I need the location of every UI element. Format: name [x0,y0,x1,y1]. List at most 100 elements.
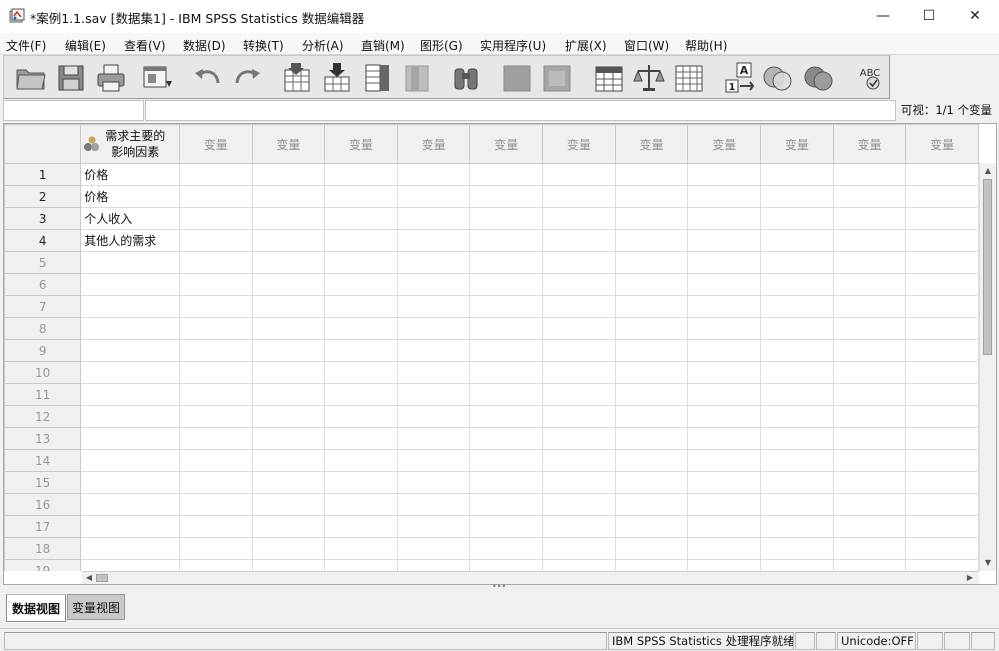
empty-data-cell[interactable] [905,493,979,516]
empty-data-cell[interactable] [469,317,544,340]
row-number[interactable]: 14 [4,449,82,472]
empty-data-cell[interactable] [251,405,326,428]
empty-data-cell[interactable] [251,295,326,318]
empty-data-cell[interactable] [832,405,907,428]
empty-data-cell[interactable] [687,185,762,208]
empty-data-cell[interactable] [178,559,253,571]
data-cell[interactable] [80,317,180,340]
empty-data-cell[interactable] [178,471,253,494]
empty-data-cell[interactable] [178,361,253,384]
empty-data-cell[interactable] [614,427,689,450]
empty-data-cell[interactable] [542,537,616,560]
empty-data-cell[interactable] [396,559,471,571]
empty-data-cell[interactable] [687,295,762,318]
empty-data-cell[interactable] [251,251,326,274]
empty-data-cell[interactable] [905,515,979,538]
spell-check-icon[interactable]: ABC [853,61,887,95]
empty-data-cell[interactable] [251,559,326,571]
empty-data-cell[interactable] [614,251,689,274]
empty-data-cell[interactable] [905,295,979,318]
empty-data-cell[interactable] [469,559,544,571]
empty-data-cell[interactable] [760,229,834,252]
empty-data-cell[interactable] [832,251,907,274]
empty-data-cell[interactable] [542,185,616,208]
spss-app-icon[interactable] [9,8,25,24]
empty-data-cell[interactable] [324,493,398,516]
variable-header[interactable]: 需求主要的 影响因素 [80,124,180,164]
empty-data-cell[interactable] [905,449,979,472]
menu-extensions[interactable]: 扩展(X) [565,37,607,54]
empty-data-cell[interactable] [251,273,326,296]
empty-data-cell[interactable] [905,163,979,186]
empty-variable-header[interactable]: 变量 [905,124,979,164]
data-cell[interactable] [80,449,180,472]
empty-data-cell[interactable] [324,361,398,384]
row-number[interactable]: 11 [4,383,82,406]
empty-data-cell[interactable] [396,163,471,186]
empty-data-cell[interactable] [614,405,689,428]
empty-data-cell[interactable] [324,229,398,252]
empty-data-cell[interactable] [760,427,834,450]
scroll-up-icon[interactable]: ▲ [980,165,996,177]
close-button[interactable]: ✕ [952,0,998,33]
empty-data-cell[interactable] [396,449,471,472]
data-cell[interactable] [80,273,180,296]
empty-data-cell[interactable] [396,515,471,538]
data-cell[interactable] [80,361,180,384]
empty-data-cell[interactable] [905,405,979,428]
empty-variable-header[interactable]: 变量 [760,124,834,164]
empty-data-cell[interactable] [905,537,979,560]
empty-data-cell[interactable] [178,339,253,362]
row-number[interactable]: 1 [4,163,82,186]
empty-data-cell[interactable] [687,163,762,186]
select-cases-icon[interactable] [672,61,706,95]
data-cell[interactable] [80,471,180,494]
data-cell[interactable] [80,251,180,274]
menu-window[interactable]: 窗口(W) [624,37,669,54]
find-icon[interactable] [449,61,483,95]
cell-value-editor[interactable] [145,100,896,121]
empty-data-cell[interactable] [469,251,544,274]
empty-data-cell[interactable] [905,383,979,406]
empty-data-cell[interactable] [324,427,398,450]
empty-data-cell[interactable] [251,515,326,538]
vertical-scrollbar[interactable]: ▲ ▼ [979,163,996,571]
empty-data-cell[interactable] [542,515,616,538]
empty-data-cell[interactable] [396,471,471,494]
empty-data-cell[interactable] [905,185,979,208]
empty-data-cell[interactable] [324,383,398,406]
empty-data-cell[interactable] [614,383,689,406]
empty-data-cell[interactable] [542,207,616,230]
menu-view[interactable]: 查看(V) [124,37,166,54]
empty-data-cell[interactable] [396,493,471,516]
empty-data-cell[interactable] [687,427,762,450]
empty-data-cell[interactable] [324,449,398,472]
data-cell[interactable] [80,515,180,538]
variables-icon[interactable] [360,61,394,95]
data-cell[interactable]: 其他人的需求 [80,229,180,252]
empty-data-cell[interactable] [178,273,253,296]
empty-data-cell[interactable] [396,229,471,252]
empty-data-cell[interactable] [542,163,616,186]
tab-data-view[interactable]: 数据视图 [6,594,66,622]
empty-data-cell[interactable] [469,273,544,296]
empty-data-cell[interactable] [614,185,689,208]
empty-data-cell[interactable] [905,361,979,384]
empty-data-cell[interactable] [687,559,762,571]
empty-data-cell[interactable] [396,185,471,208]
empty-data-cell[interactable] [832,383,907,406]
row-number[interactable]: 8 [4,317,82,340]
empty-data-cell[interactable] [832,273,907,296]
empty-data-cell[interactable] [542,383,616,406]
menu-edit[interactable]: 编辑(E) [65,37,106,54]
empty-data-cell[interactable] [542,471,616,494]
open-folder-icon[interactable] [14,61,48,95]
empty-data-cell[interactable] [760,361,834,384]
empty-data-cell[interactable] [469,449,544,472]
menu-direct-marketing[interactable]: 直销(M) [361,37,405,54]
pane-split-handle[interactable]: ••• [492,583,506,591]
empty-data-cell[interactable] [905,471,979,494]
empty-variable-header[interactable]: 变量 [542,124,616,164]
row-number[interactable]: 5 [4,251,82,274]
empty-data-cell[interactable] [469,383,544,406]
